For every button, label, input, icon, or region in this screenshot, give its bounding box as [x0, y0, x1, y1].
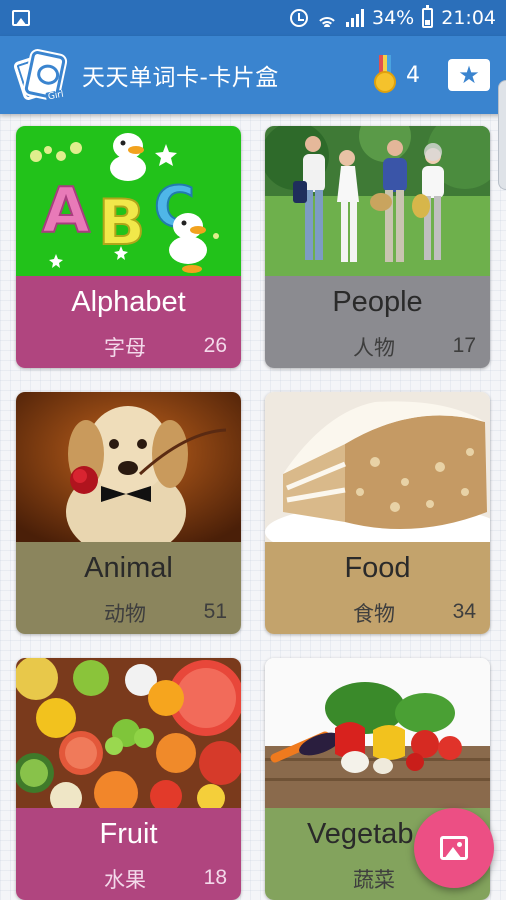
- card-fruit[interactable]: Fruit 水果 18: [16, 658, 241, 900]
- card-footer: Animal 动物 51: [16, 542, 241, 634]
- status-bar: 34% 21:04: [0, 0, 506, 36]
- vegetable-image: [265, 658, 490, 808]
- svg-text:B: B: [98, 186, 145, 259]
- people-image: [265, 126, 490, 276]
- card-animal[interactable]: Animal 动物 51: [16, 392, 241, 634]
- card-subtitle: 蔬菜: [353, 868, 395, 892]
- wifi-icon: [316, 9, 338, 27]
- card-count: 17: [452, 334, 476, 357]
- card-subtitle: 食物: [353, 602, 395, 626]
- add-image-fab[interactable]: [414, 808, 494, 888]
- medal-counter[interactable]: 4: [374, 55, 420, 95]
- favorites-button[interactable]: ★: [448, 59, 490, 91]
- card-title: Alphabet: [71, 286, 186, 318]
- card-title: People: [332, 286, 423, 318]
- app-logo: Girl: [12, 49, 67, 103]
- edge-panel-handle[interactable]: [498, 80, 506, 190]
- card-subtitle: 动物: [104, 602, 146, 626]
- card-count: 51: [203, 600, 227, 623]
- alarm-icon: [290, 9, 308, 27]
- alphabet-image: A B C: [16, 126, 241, 276]
- medal-count: 4: [406, 62, 420, 88]
- card-title: Food: [344, 552, 411, 584]
- medal-icon: [374, 55, 396, 95]
- svg-text:A: A: [42, 174, 90, 247]
- signal-icon: [346, 9, 364, 27]
- card-people[interactable]: People 人物 17: [265, 126, 490, 368]
- card-subtitle: 字母: [104, 336, 146, 360]
- card-title: Fruit: [99, 818, 158, 850]
- fruit-image: [16, 658, 241, 808]
- app-title: 天天单词卡-卡片盒: [82, 65, 279, 91]
- food-image: [265, 392, 490, 542]
- card-count: 26: [203, 334, 227, 357]
- battery-icon: [422, 5, 434, 28]
- animal-image: [16, 392, 241, 542]
- card-alphabet[interactable]: A B C Alphabet 字母 26: [16, 126, 241, 368]
- card-footer: Fruit 水果 18: [16, 808, 241, 900]
- gallery-notification-icon: [12, 10, 30, 26]
- card-count: 18: [203, 866, 227, 889]
- battery-percent: 34%: [372, 7, 415, 29]
- card-footer: Food 食物 34: [265, 542, 490, 634]
- card-food[interactable]: Food 食物 34: [265, 392, 490, 634]
- card-title: Animal: [84, 552, 173, 584]
- card-subtitle: 人物: [353, 336, 395, 360]
- card-count: 34: [452, 600, 476, 623]
- clock: 21:04: [441, 7, 496, 29]
- card-footer: People 人物 17: [265, 276, 490, 368]
- card-footer: Alphabet 字母 26: [16, 276, 241, 368]
- card-subtitle: 水果: [104, 868, 146, 892]
- star-icon: ★: [458, 61, 480, 89]
- app-bar: Girl 天天单词卡-卡片盒 4 ★: [0, 36, 506, 114]
- image-icon: [440, 836, 468, 860]
